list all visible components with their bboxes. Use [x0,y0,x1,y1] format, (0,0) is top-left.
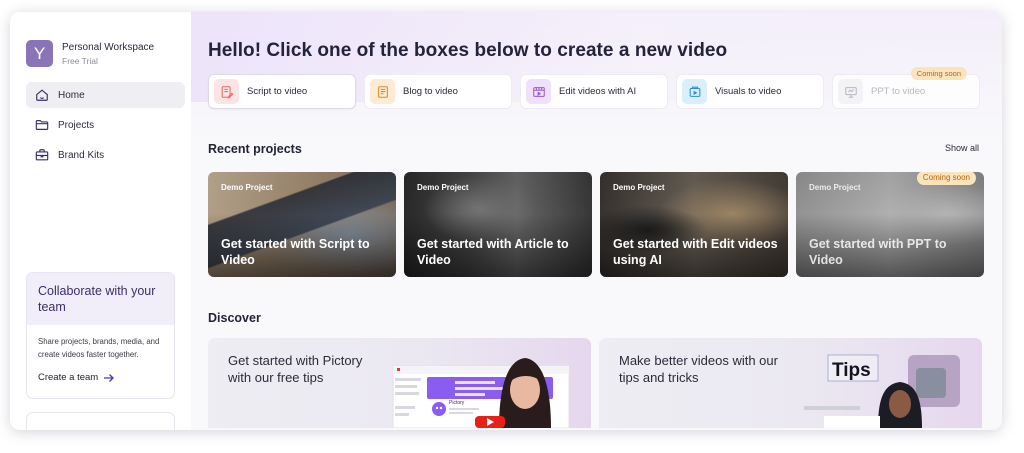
show-all-link[interactable]: Show all [945,143,979,153]
sidebar-item-label: Projects [58,119,95,131]
workspace-info: Personal Workspace Free Trial [62,42,154,66]
script-to-video-button[interactable]: Script to video [208,74,356,109]
project-title: Get started with Article to Video [417,237,569,267]
tips-overlay-text: Tips [832,360,871,381]
collaborate-description: Share projects, brands, media, and creat… [38,337,160,359]
home-icon [36,89,48,101]
create-team-link[interactable]: Create a team [27,361,174,383]
sidebar-nav: Home Projects Brand Kits [26,82,185,168]
ppt-to-video-button[interactable]: PPT to video Coming soon [832,67,980,109]
discover-text: Make better videos with our tips and tri… [619,353,778,385]
action-label: Script to video [247,86,308,97]
ppt-icon [838,79,863,104]
workspace-switcher[interactable]: Y Personal Workspace Free Trial [26,40,185,67]
edit-video-icon [526,79,551,104]
discover-card-tips-and-tricks[interactable]: Make better videos with our tips and tri… [599,338,982,428]
sidebar-item-projects[interactable]: Projects [26,112,185,138]
create-options: Script to video Blog to video Edit video… [208,67,980,109]
project-tag: Demo Project [417,183,469,192]
briefcase-icon [35,149,49,161]
tips-illustration: Tips [804,354,960,428]
action-label: Blog to video [403,86,458,97]
discover-text: Get started with Pictory with our free t… [228,353,363,385]
sidebar-item-brand-kits[interactable]: Brand Kits [26,142,185,168]
discover-card-free-tips[interactable]: Get started with Pictory with our free t… [208,338,591,428]
script-icon [214,79,239,104]
project-title: Get started with PPT to Video [809,237,947,267]
project-title: Get started with Script to Video [221,237,370,267]
workspace-name: Personal Workspace [62,41,155,53]
project-card-ppt-to-video[interactable]: Demo Project Get started with PPT to Vid… [796,172,984,277]
sidebar: Y Personal Workspace Free Trial Home Pro… [10,12,191,430]
project-card-article-to-video[interactable]: Demo Project Get started with Article to… [404,172,592,277]
action-label: Visuals to video [715,86,782,97]
app-preview-illustration: Pictory [392,358,570,428]
sidebar-bottom-card [26,412,175,430]
project-tag: Demo Project [221,183,273,192]
recent-projects-list: Demo Project Get started with Script to … [208,172,984,277]
collaborate-card: Collaborate with your team Share project… [26,272,175,399]
visuals-icon [682,79,707,104]
project-tag: Demo Project [809,183,861,192]
edit-videos-with-ai-button[interactable]: Edit videos with AI [520,74,668,109]
recent-projects-heading: Recent projects [208,142,302,156]
blog-icon [370,79,395,104]
visuals-to-video-button[interactable]: Visuals to video [676,74,824,109]
project-title: Get started with Edit videos using AI [613,237,778,267]
sidebar-item-label: Brand Kits [58,149,105,161]
sidebar-item-label: Home [58,89,85,101]
action-label: PPT to video [871,86,926,97]
workspace-plan: Free Trial [62,55,98,66]
blog-to-video-button[interactable]: Blog to video [364,74,512,109]
action-label: Edit videos with AI [559,86,637,97]
discover-heading: Discover [208,311,261,325]
workspace-avatar: Y [26,40,53,67]
collaborate-title: Collaborate with your team [27,273,174,325]
create-team-label: Create a team [38,372,99,383]
project-card-script-to-video[interactable]: Demo Project Get started with Script to … [208,172,396,277]
folder-icon [35,120,49,130]
main-content: Hello! Click one of the boxes below to c… [191,12,1002,430]
app-window: Y Personal Workspace Free Trial Home Pro… [10,12,1002,430]
page-title: Hello! Click one of the boxes below to c… [208,40,728,61]
coming-soon-badge: Coming soon [916,172,976,185]
sidebar-item-home[interactable]: Home [26,82,185,108]
coming-soon-badge: Coming soon [910,67,967,80]
discover-list: Get started with Pictory with our free t… [208,338,982,428]
preview-brand-text: Pictory [449,400,465,406]
project-tag: Demo Project [613,183,665,192]
project-card-edit-videos-with-ai[interactable]: Demo Project Get started with Edit video… [600,172,788,277]
arrow-right-icon [104,373,115,382]
